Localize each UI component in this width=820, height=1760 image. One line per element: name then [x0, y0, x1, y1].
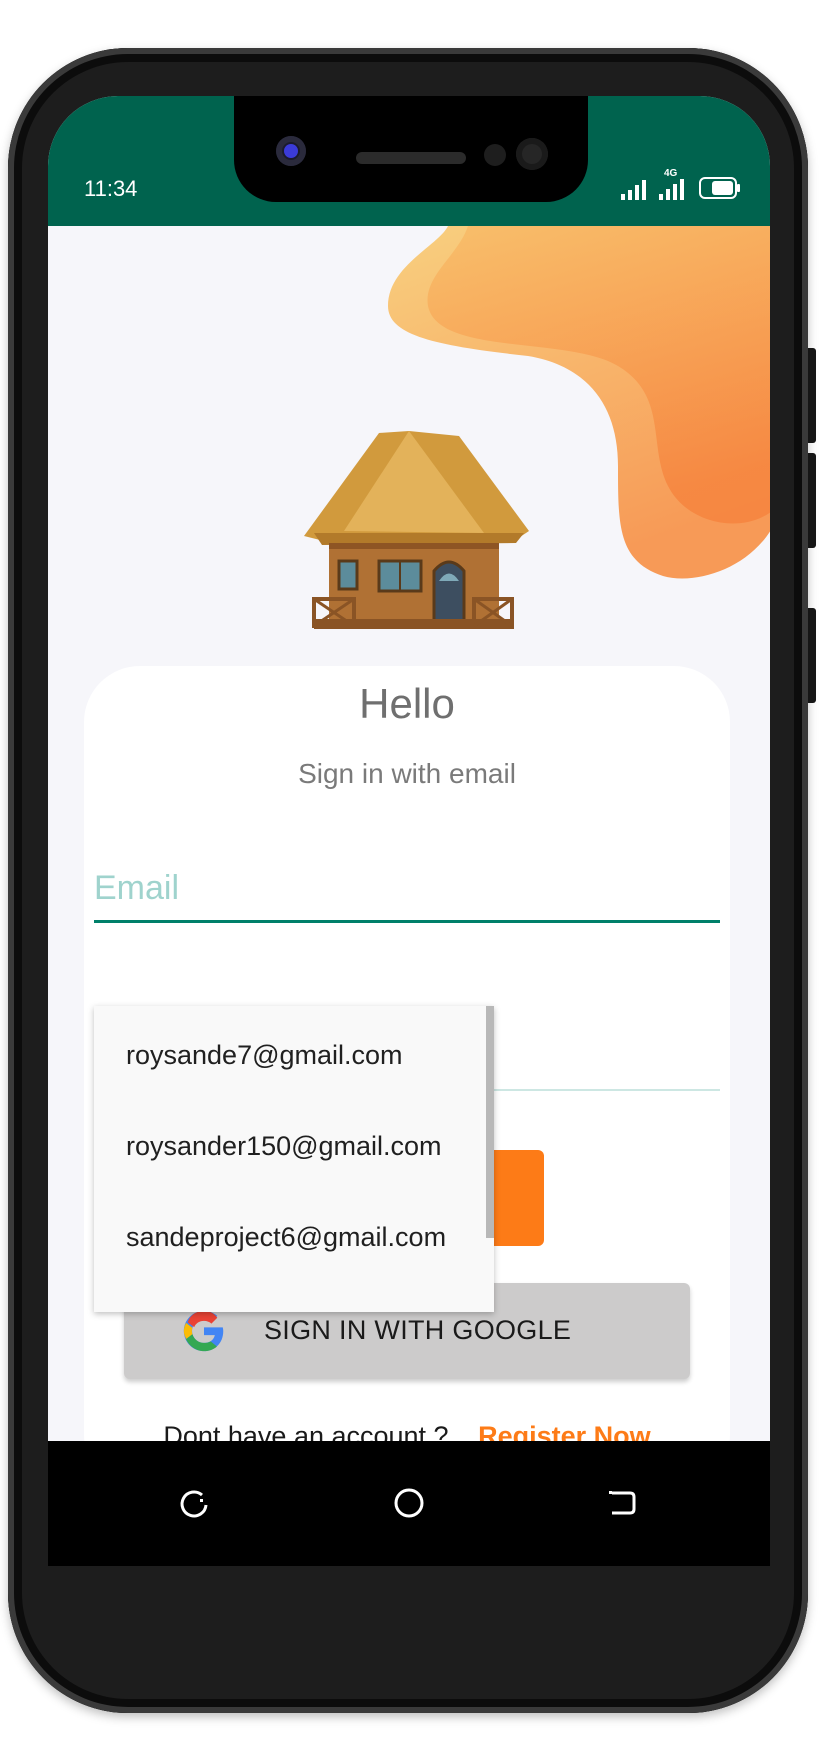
- power-button: [808, 608, 816, 703]
- proximity-sensor-icon: [484, 144, 506, 166]
- hut-icon: [304, 431, 529, 629]
- page-title: Hello: [359, 680, 455, 727]
- status-icons: 4G: [620, 168, 742, 200]
- login-screen: Hello Sign in with email SIGN IN WITH GO…: [48, 226, 770, 1566]
- recent-apps-icon[interactable]: [176, 1485, 212, 1521]
- google-button-label: SIGN IN WITH GOOGLE: [264, 1315, 572, 1345]
- volume-down-button: [808, 453, 816, 548]
- earpiece-speaker: [356, 152, 466, 164]
- battery-icon: [699, 177, 740, 199]
- signal-icon: [621, 180, 646, 200]
- page-subtitle: Sign in with email: [298, 758, 516, 789]
- volume-up-button: [808, 348, 816, 443]
- notch: [234, 96, 588, 202]
- dropdown-scrollbar[interactable]: [486, 1006, 494, 1238]
- phone-frame: 11:34 4G Hello Sign in with email Email …: [8, 48, 816, 1713]
- email-autocomplete-dropdown[interactable]: roysande7@gmail.com roysander150@gmail.c…: [94, 1006, 494, 1312]
- autocomplete-suggestion[interactable]: roysander150@gmail.com: [126, 1131, 442, 1162]
- signal-4g-icon: 4G: [658, 168, 688, 200]
- system-nav-bar: [48, 1441, 770, 1566]
- status-bar: 11:34 4G: [48, 96, 770, 226]
- google-g-icon: [183, 1310, 224, 1352]
- email-field[interactable]: [94, 856, 720, 923]
- screen: 11:34 4G Hello Sign in with email Email …: [48, 96, 770, 1566]
- home-icon[interactable]: [391, 1485, 427, 1521]
- status-time: 11:34: [84, 176, 138, 201]
- sensor-icon: [516, 138, 548, 170]
- front-camera-icon: [276, 136, 306, 166]
- autocomplete-suggestion[interactable]: roysande7@gmail.com: [126, 1040, 403, 1071]
- back-icon[interactable]: [604, 1485, 640, 1521]
- autocomplete-suggestion[interactable]: sandeproject6@gmail.com: [126, 1222, 446, 1253]
